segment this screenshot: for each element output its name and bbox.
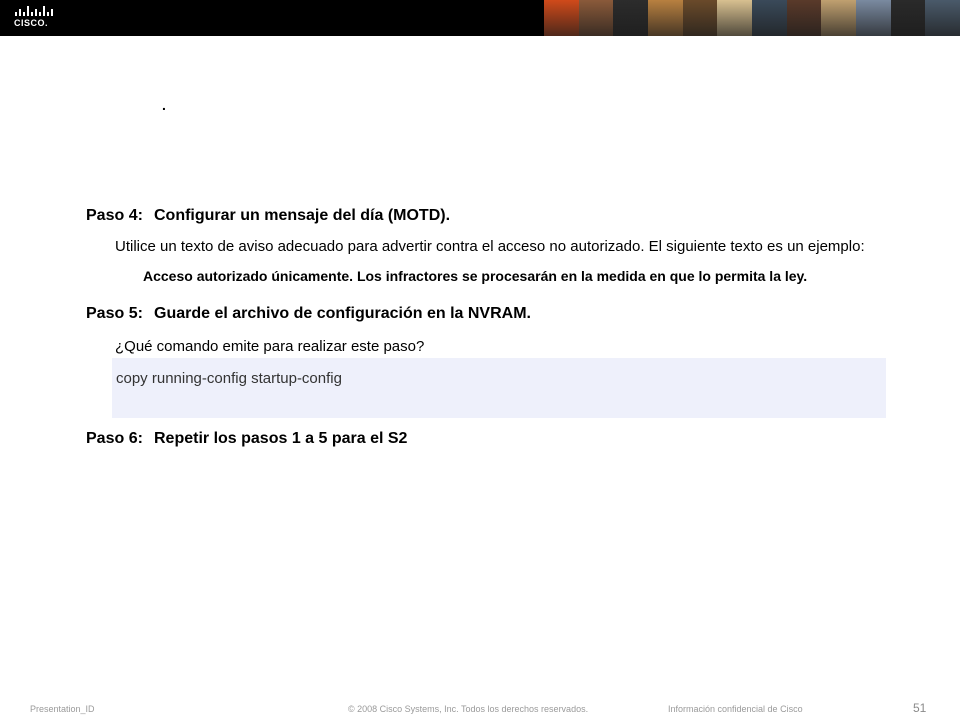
page-number: 51 <box>913 701 927 715</box>
step4-title: Configurar un mensaje del día (MOTD). <box>154 207 451 224</box>
step6-title: Repetir los pasos 1 a 5 para el S2 <box>154 430 408 447</box>
footer-presentation-id: Presentation_ID <box>30 704 95 714</box>
step5-title: Guarde el archivo de configuración en la… <box>154 305 531 322</box>
header-photo <box>786 0 822 36</box>
answer-text: copy running-config startup-config <box>116 370 342 387</box>
footer-copyright: © 2008 Cisco Systems, Inc. Todos los der… <box>348 704 589 714</box>
step5-heading: Paso 5: Guarde el archivo de configuració… <box>86 305 531 323</box>
header-photo-strip <box>544 0 960 36</box>
header-photo <box>578 0 614 36</box>
cisco-wordmark: CISCO. <box>14 18 49 28</box>
step4-instruction: Utilice un texto de aviso adecuado para … <box>115 238 865 255</box>
footer-confidential: Información confidencial de Cisco <box>668 704 803 714</box>
step4-example: Acceso autorizado únicamente. Los infrac… <box>143 268 808 284</box>
header-photo <box>717 0 753 36</box>
header-photo <box>856 0 891 36</box>
header-photo <box>821 0 857 36</box>
answer-box: copy running-config startup-config <box>112 358 886 418</box>
header-bar: CISCO. <box>0 0 960 36</box>
stray-dot: . <box>162 97 166 113</box>
step5-question: ¿Qué comando emite para realizar este pa… <box>115 338 425 355</box>
cisco-logo: CISCO. <box>14 6 56 30</box>
header-photo <box>925 0 960 36</box>
step5-number: Paso 5: <box>86 305 143 322</box>
step6-number: Paso 6: <box>86 430 143 447</box>
header-photo <box>752 0 787 36</box>
header-photo <box>544 0 579 36</box>
step6-heading: Paso 6: Repetir los pasos 1 a 5 para el S… <box>86 430 407 448</box>
header-photo <box>648 0 683 36</box>
header-photo <box>682 0 718 36</box>
step4-number: Paso 4: <box>86 207 143 224</box>
header-photo <box>613 0 649 36</box>
header-photo <box>890 0 926 36</box>
cisco-bridge-icon <box>15 6 53 16</box>
step4-heading: Paso 4: Configurar un mensaje del día (MO… <box>86 207 450 225</box>
